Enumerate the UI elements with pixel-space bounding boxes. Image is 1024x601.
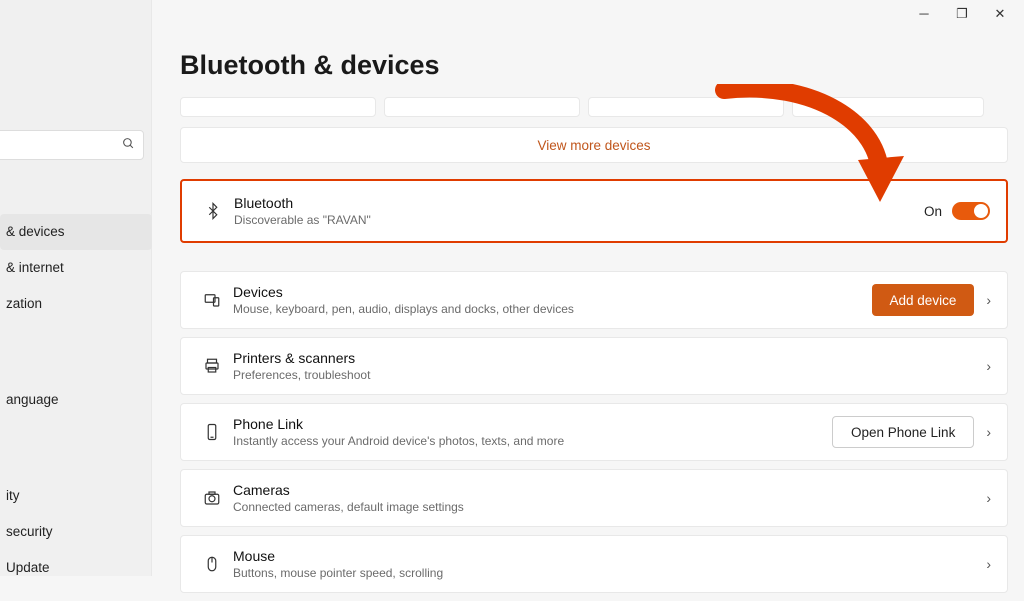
printers-card[interactable]: Printers & scanners Preferences, trouble…: [180, 337, 1008, 395]
view-more-label: View more devices: [537, 138, 650, 153]
page-title: Bluetooth & devices: [180, 50, 1024, 81]
bluetooth-toggle[interactable]: [952, 202, 990, 220]
device-tile[interactable]: [792, 97, 984, 117]
main-content: Bluetooth & devices View more devices Bl…: [180, 0, 1024, 601]
sidebar-item-label: security: [6, 524, 53, 539]
chevron-right-icon: ›: [986, 424, 991, 440]
sidebar-item-time-language[interactable]: anguage: [0, 382, 152, 418]
phone-link-card[interactable]: Phone Link Instantly access your Android…: [180, 403, 1008, 461]
phone-icon: [197, 423, 227, 441]
card-title: Phone Link: [233, 416, 832, 432]
card-title: Mouse: [233, 548, 974, 564]
device-tile[interactable]: [588, 97, 784, 117]
sidebar-item-bluetooth-devices[interactable]: & devices: [0, 214, 152, 250]
view-more-devices-button[interactable]: View more devices: [180, 127, 1008, 163]
card-title: Cameras: [233, 482, 974, 498]
sidebar-nav: & devices & internet zation anguage ity …: [0, 214, 152, 586]
add-device-button[interactable]: Add device: [872, 284, 975, 316]
device-tiles-row: [180, 97, 1024, 117]
camera-icon: [197, 489, 227, 507]
bluetooth-card: Bluetooth Discoverable as "RAVAN" On: [180, 179, 1008, 243]
settings-sidebar: & devices & internet zation anguage ity …: [0, 0, 152, 576]
sidebar-item-personalization[interactable]: zation: [0, 286, 152, 322]
button-label: Open Phone Link: [851, 425, 955, 440]
sidebar-item-accessibility[interactable]: ity: [0, 478, 152, 514]
sidebar-item-windows-update[interactable]: Update: [0, 550, 152, 586]
card-subtitle: Preferences, troubleshoot: [233, 368, 974, 382]
card-subtitle: Connected cameras, default image setting…: [233, 500, 974, 514]
bluetooth-title: Bluetooth: [234, 195, 924, 211]
chevron-right-icon: ›: [986, 358, 991, 374]
open-phone-link-button[interactable]: Open Phone Link: [832, 416, 974, 448]
button-label: Add device: [890, 293, 957, 308]
sidebar-item-label: Update: [6, 560, 50, 575]
chevron-right-icon: ›: [986, 292, 991, 308]
sidebar-item-label: ity: [6, 488, 20, 503]
sidebar-item-network-internet[interactable]: & internet: [0, 250, 152, 286]
devices-icon: [197, 291, 227, 309]
printer-icon: [197, 357, 227, 375]
device-tile[interactable]: [384, 97, 580, 117]
search-input[interactable]: [0, 130, 144, 160]
sidebar-item-label: & internet: [6, 260, 64, 275]
cameras-card[interactable]: Cameras Connected cameras, default image…: [180, 469, 1008, 527]
device-tile[interactable]: [180, 97, 376, 117]
bluetooth-icon: [198, 202, 228, 220]
chevron-right-icon: ›: [986, 556, 991, 572]
toggle-knob: [974, 204, 988, 218]
card-title: Devices: [233, 284, 872, 300]
chevron-right-icon: ›: [986, 490, 991, 506]
card-subtitle: Mouse, keyboard, pen, audio, displays an…: [233, 302, 872, 316]
card-subtitle: Instantly access your Android device's p…: [233, 434, 832, 448]
mouse-card[interactable]: Mouse Buttons, mouse pointer speed, scro…: [180, 535, 1008, 593]
card-title: Printers & scanners: [233, 350, 974, 366]
mouse-icon: [197, 555, 227, 573]
sidebar-item-label: zation: [6, 296, 42, 311]
search-icon: [122, 137, 135, 153]
bluetooth-toggle-label: On: [924, 204, 942, 219]
sidebar-item-privacy-security[interactable]: security: [0, 514, 152, 550]
devices-card[interactable]: Devices Mouse, keyboard, pen, audio, dis…: [180, 271, 1008, 329]
sidebar-item-label: & devices: [6, 224, 65, 239]
sidebar-item-label: anguage: [6, 392, 59, 407]
bluetooth-subtitle: Discoverable as "RAVAN": [234, 213, 924, 227]
card-subtitle: Buttons, mouse pointer speed, scrolling: [233, 566, 974, 580]
